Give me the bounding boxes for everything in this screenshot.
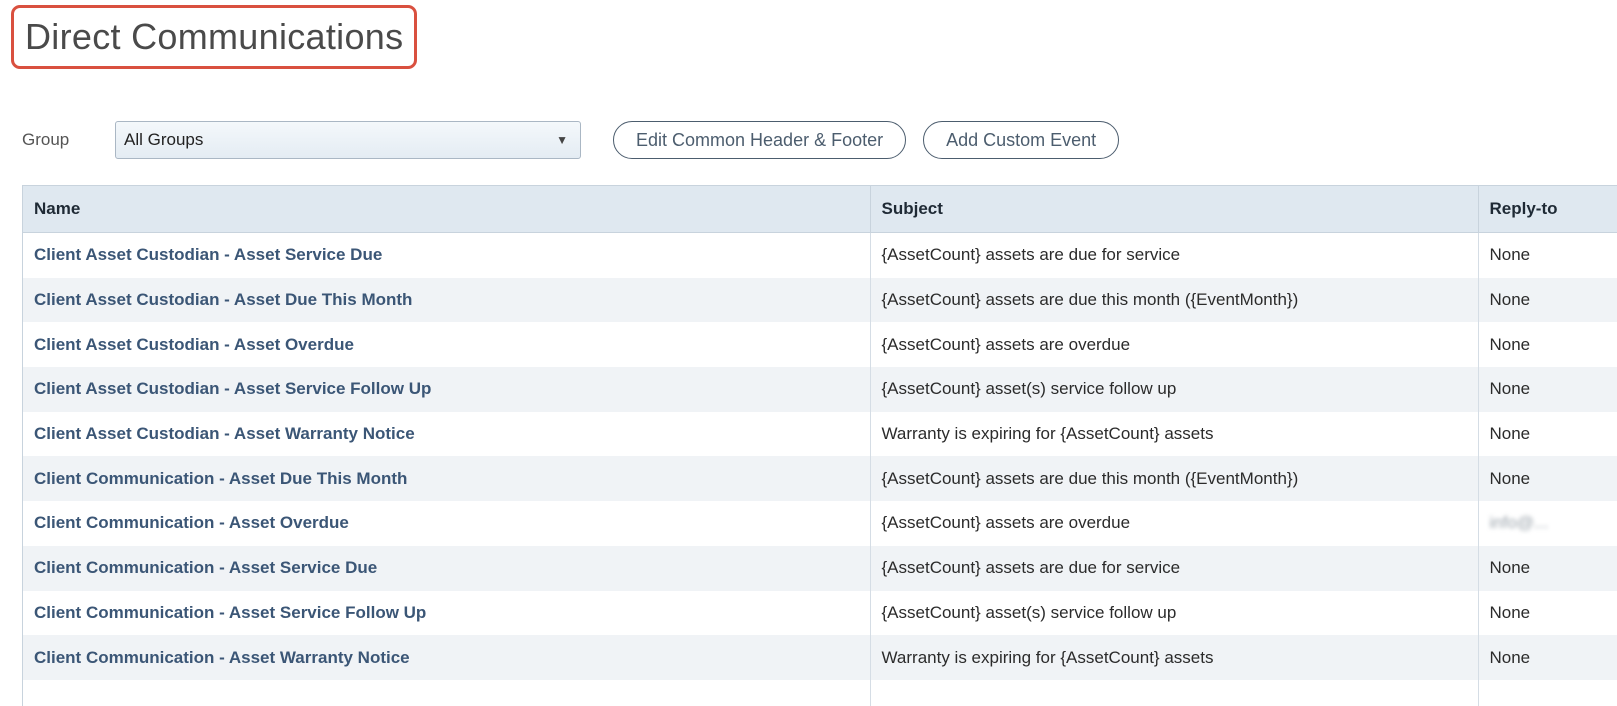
group-select-value: All Groups	[124, 130, 204, 149]
column-header-name[interactable]: Name	[23, 186, 871, 233]
table-row[interactable]: Client Communication - Asset Overdue {As…	[23, 501, 1617, 546]
group-select[interactable]: All Groups ▼	[115, 121, 581, 159]
subject-cell: {AssetCount} assets are due this month (…	[870, 456, 1479, 502]
subject-cell: Warranty is expiring for {AssetCount} as…	[870, 411, 1479, 457]
name-cell: Client Asset Custodian - Asset Service F…	[23, 367, 871, 412]
name-cell: Client Asset Custodian - Asset Overdue	[23, 322, 871, 368]
communication-name-link[interactable]: Client Communication - Asset Service Due	[34, 558, 377, 577]
name-cell: Client Communication - Asset Due This Mo…	[23, 456, 871, 502]
subject-cell: {AssetCount} assets are due for service	[870, 232, 1479, 278]
table-row[interactable]: Client Asset Custodian - Asset Service F…	[23, 367, 1617, 412]
subject-cell	[870, 679, 1479, 706]
table-row[interactable]: Client Asset Custodian - Asset Service D…	[23, 232, 1617, 278]
toolbar: Group All Groups ▼ Edit Common Header & …	[22, 120, 1120, 160]
communication-name-link[interactable]: Client Asset Custodian - Asset Due This …	[34, 290, 412, 309]
column-header-subject[interactable]: Subject	[870, 186, 1479, 233]
table-row[interactable]: Client Communication - Asset Warranty No…	[23, 635, 1617, 680]
table-row[interactable]	[23, 679, 1617, 706]
group-label: Group	[22, 130, 70, 149]
name-cell: Client Communication - Asset Warranty No…	[23, 635, 871, 680]
table-row[interactable]: Client Communication - Asset Due This Mo…	[23, 456, 1617, 502]
name-cell: Client Asset Custodian - Asset Service D…	[23, 232, 871, 278]
reply-to-cell	[1478, 679, 1617, 706]
communication-name-link[interactable]: Client Communication - Asset Service Fol…	[34, 603, 426, 622]
name-cell: Client Communication - Asset Service Due	[23, 545, 871, 591]
reply-to-cell: None	[1478, 411, 1617, 457]
communications-table: Name Subject Reply-to Client Asset Custo…	[22, 185, 1617, 706]
edit-header-footer-button[interactable]: Edit Common Header & Footer	[613, 121, 907, 159]
communication-name-link[interactable]: Client Communication - Asset Warranty No…	[34, 648, 410, 667]
communication-name-link[interactable]: Client Asset Custodian - Asset Service F…	[34, 379, 431, 398]
table-header-row: Name Subject Reply-to	[23, 186, 1617, 233]
communication-name-link[interactable]: Client Communication - Asset Due This Mo…	[34, 469, 407, 488]
name-cell: Client Communication - Asset Service Fol…	[23, 590, 871, 636]
page-title: Direct Communications	[25, 16, 404, 57]
table-row[interactable]: Client Communication - Asset Service Fol…	[23, 590, 1617, 636]
communication-name-link[interactable]: Client Asset Custodian - Asset Warranty …	[34, 424, 415, 443]
reply-to-cell: None	[1478, 456, 1617, 502]
name-cell	[23, 679, 871, 706]
redacted-email: info@...	[1489, 513, 1549, 533]
subject-cell: {AssetCount} assets are due this month (…	[870, 277, 1479, 323]
subject-cell: {AssetCount} assets are overdue	[870, 501, 1479, 546]
table-row[interactable]: Client Communication - Asset Service Due…	[23, 545, 1617, 591]
communication-name-link[interactable]: Client Asset Custodian - Asset Overdue	[34, 335, 354, 354]
name-cell: Client Asset Custodian - Asset Due This …	[23, 277, 871, 323]
page: Direct Communications Group All Groups ▼…	[0, 0, 1617, 706]
communication-name-link[interactable]: Client Communication - Asset Overdue	[34, 513, 349, 532]
table-row[interactable]: Client Asset Custodian - Asset Due This …	[23, 277, 1617, 323]
subject-cell: {AssetCount} assets are overdue	[870, 322, 1479, 368]
column-header-reply-to[interactable]: Reply-to	[1478, 186, 1617, 233]
reply-to-cell: None	[1478, 322, 1617, 368]
subject-cell: {AssetCount} assets are due for service	[870, 545, 1479, 591]
table-row[interactable]: Client Asset Custodian - Asset Overdue {…	[23, 322, 1617, 368]
subject-cell: {AssetCount} asset(s) service follow up	[870, 367, 1479, 412]
reply-to-cell: None	[1478, 232, 1617, 278]
reply-to-cell: None	[1478, 545, 1617, 591]
reply-to-cell: None	[1478, 367, 1617, 412]
reply-to-cell: None	[1478, 277, 1617, 323]
reply-to-cell: None	[1478, 635, 1617, 680]
reply-to-cell: None	[1478, 590, 1617, 636]
name-cell: Client Communication - Asset Overdue	[23, 501, 871, 546]
reply-to-cell: info@...	[1478, 501, 1617, 546]
caret-down-icon: ▼	[556, 133, 568, 147]
page-title-highlight: Direct Communications	[11, 5, 418, 69]
communication-name-link[interactable]: Client Asset Custodian - Asset Service D…	[34, 245, 382, 264]
name-cell: Client Asset Custodian - Asset Warranty …	[23, 411, 871, 457]
subject-cell: {AssetCount} asset(s) service follow up	[870, 590, 1479, 636]
table-row[interactable]: Client Asset Custodian - Asset Warranty …	[23, 411, 1617, 457]
subject-cell: Warranty is expiring for {AssetCount} as…	[870, 635, 1479, 680]
add-custom-event-button[interactable]: Add Custom Event	[923, 121, 1120, 159]
